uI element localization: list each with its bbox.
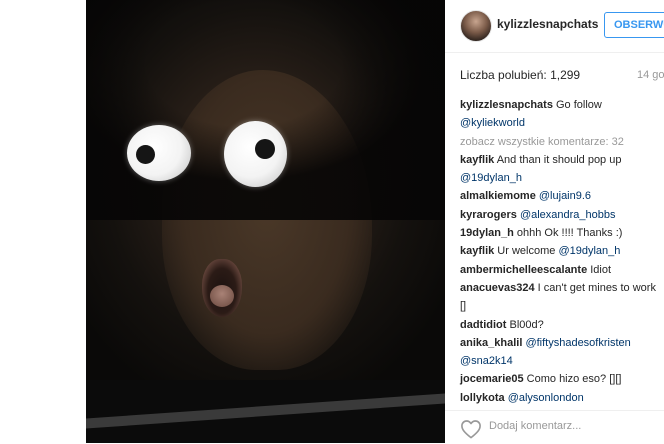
open-mouth <box>202 259 242 317</box>
comment-mention[interactable]: @kyliekworld <box>460 117 525 129</box>
heart-icon[interactable] <box>460 419 482 439</box>
comment-username[interactable]: anacuevas324 <box>460 282 535 294</box>
comment-text: Como hizo eso? [][] <box>523 373 622 386</box>
post-date[interactable]: 14 go <box>637 69 664 81</box>
follow-button[interactable]: OBSERWUJ <box>604 12 664 38</box>
comment: lollykota @alysonlondon <box>460 389 664 407</box>
hair-shadow <box>86 0 445 220</box>
comment-mention[interactable]: @sna2k14 <box>460 355 513 367</box>
avatar[interactable] <box>460 10 492 42</box>
comment: anika_khalil @fiftyshadesofkristen <box>460 334 664 352</box>
comment-list: kylizzlesnapchats Go follow @kyliekworld… <box>460 96 664 407</box>
comment-mention[interactable]: @19dylan_h <box>558 245 620 257</box>
comment-username[interactable]: almalkiemome <box>460 190 536 202</box>
comment-text: I can't get mines to work <box>534 281 656 294</box>
googly-eye-left <box>127 125 191 181</box>
comment-mention[interactable]: @lujain9.6 <box>539 190 591 202</box>
comment: ambermichelleescalante Idiot <box>460 261 664 279</box>
comment-username[interactable]: kylizzlesnapchats <box>460 99 553 111</box>
comment: anacuevas324 I can't get mines to work <box>460 279 664 297</box>
comment: 19dylan_h ohhh Ok !!!! Thanks :) <box>460 224 664 242</box>
comment-text: ohhh Ok !!!! Thanks :) <box>513 227 623 240</box>
post-photo[interactable] <box>86 0 445 443</box>
comment-username[interactable]: 19dylan_h <box>460 227 514 239</box>
view-all-comments[interactable]: zobacz wszystkie komentarze: 32 <box>460 133 664 151</box>
tongue <box>210 285 234 307</box>
comment-username[interactable]: kayflik <box>460 154 494 166</box>
comment-continuation: @sna2k14 <box>460 352 664 370</box>
comment-username[interactable]: ambermichelleescalante <box>460 264 587 276</box>
caption: kylizzlesnapchats Go follow <box>460 96 664 114</box>
comment-username[interactable]: dadtidiot <box>460 319 506 331</box>
comment-continuation: @19dylan_h <box>460 169 664 187</box>
comment-username[interactable]: jocemarie05 <box>460 373 524 385</box>
comment-text: Go follow <box>552 99 602 111</box>
comment-continuation: [] <box>460 297 664 315</box>
comment-mention[interactable]: @19dylan_h <box>460 172 522 184</box>
comment: dadtidiot Bl00d? <box>460 316 664 334</box>
comment-username[interactable]: kayflik <box>460 245 494 257</box>
comment-text: Bl00d? <box>506 318 544 331</box>
shirt <box>86 380 445 443</box>
pupil <box>136 145 155 164</box>
comment-text: [] <box>460 300 467 313</box>
comment-text: Ur welcome <box>494 245 559 258</box>
post-sidebar: kylizzlesnapchats OBSERWUJ Liczba polubi… <box>445 0 664 443</box>
likes-count[interactable]: Liczba polubień: 1,299 <box>460 68 580 82</box>
post-header: kylizzlesnapchats OBSERWUJ <box>445 0 664 53</box>
comment-bar: Dodaj komentarz... <box>445 410 664 444</box>
comment: kayflik And than it should pop up <box>460 151 664 169</box>
googly-eye-right <box>224 121 287 187</box>
shirt-stripe <box>86 393 445 429</box>
comment-mention[interactable]: @fiftyshadesofkristen <box>525 337 630 349</box>
comment: kayflik Ur welcome @19dylan_h <box>460 242 664 260</box>
comment: kyrarogers @alexandra_hobbs <box>460 206 664 224</box>
add-comment-input[interactable]: Dodaj komentarz... <box>489 420 581 432</box>
header-username[interactable]: kylizzlesnapchats <box>497 17 598 31</box>
comment-mention[interactable]: @alexandra_hobbs <box>520 209 616 221</box>
comment: jocemarie05 Como hizo eso? [][] <box>460 370 664 388</box>
comment-text: Idiot <box>587 263 612 276</box>
comment-username[interactable]: anika_khalil <box>460 337 522 349</box>
comment: almalkiemome @lujain9.6 <box>460 187 664 205</box>
comment-username[interactable]: lollykota <box>460 392 505 404</box>
comment-mention[interactable]: @alysonlondon <box>508 392 584 404</box>
comment-text: And than it should pop up <box>494 153 622 166</box>
pupil <box>255 139 275 159</box>
caption-continuation: @kyliekworld <box>460 114 664 132</box>
comment-username[interactable]: kyrarogers <box>460 209 517 221</box>
